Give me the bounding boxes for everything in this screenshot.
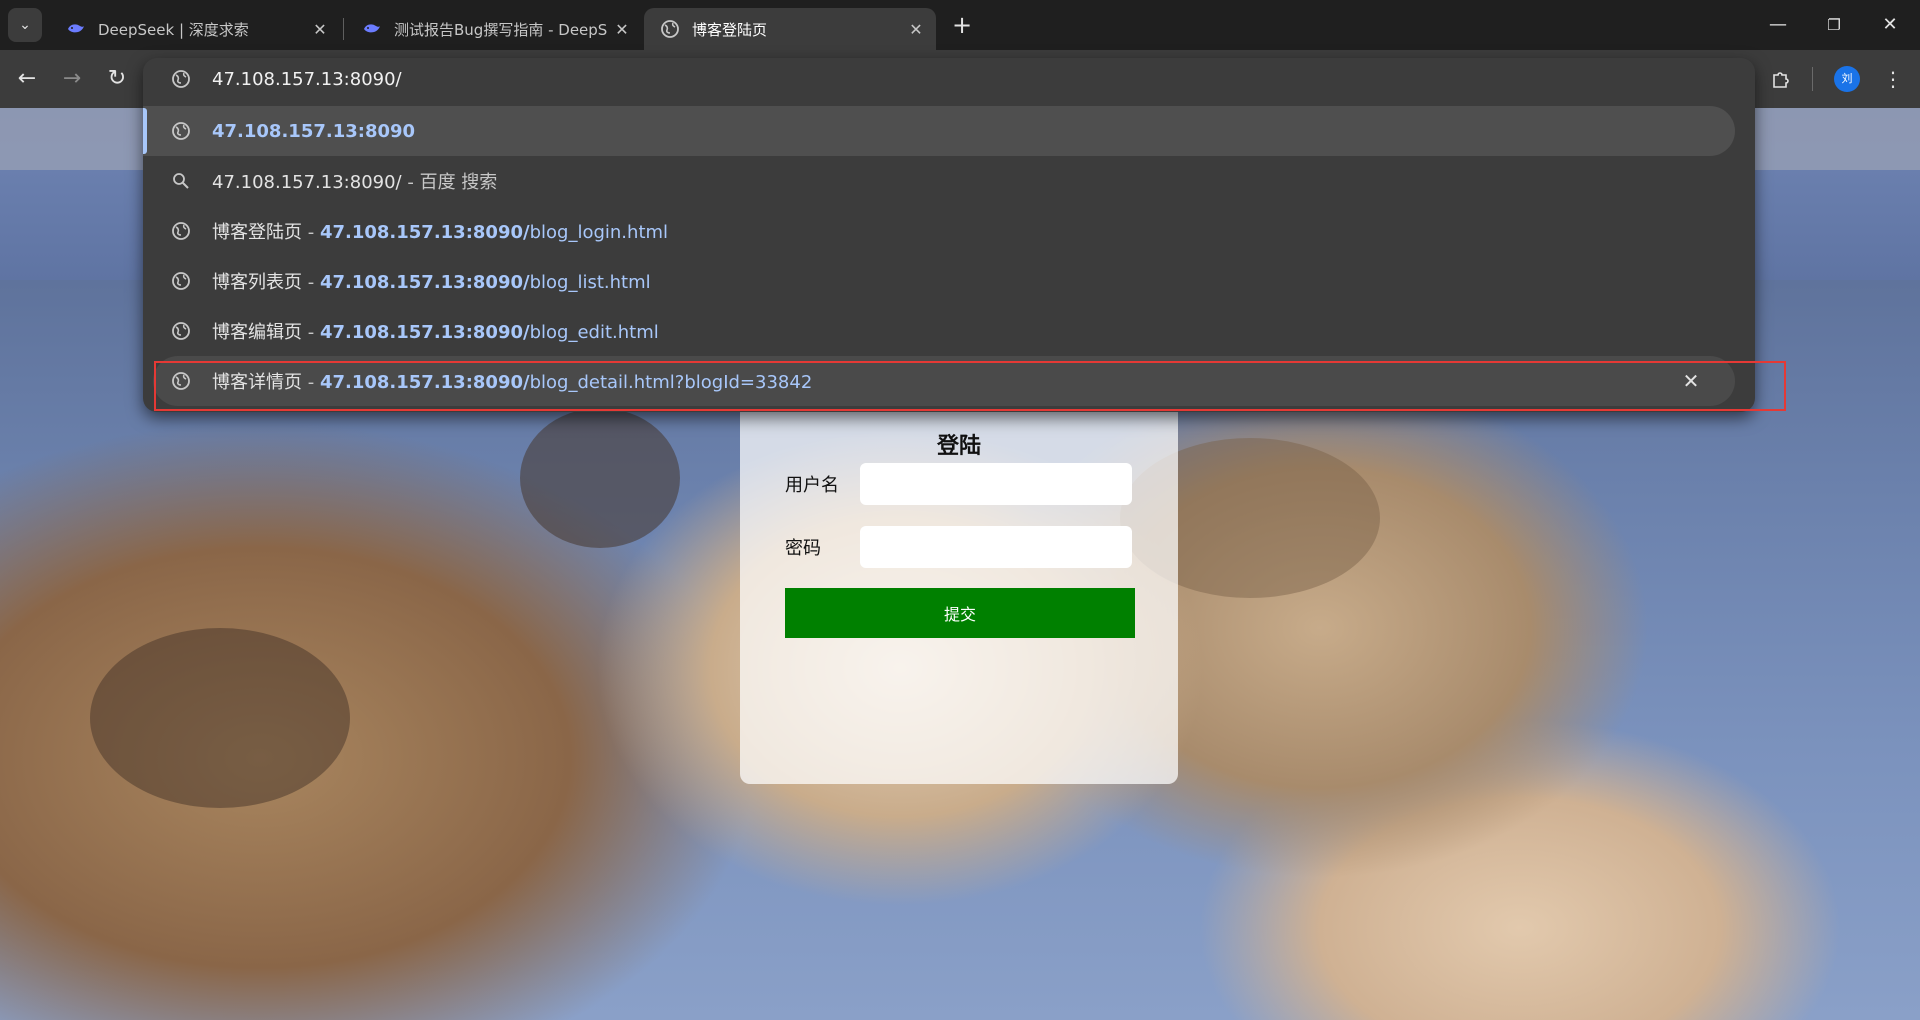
password-input[interactable]: [860, 526, 1132, 568]
menu-button[interactable]: ⋮: [1876, 62, 1910, 96]
submit-button[interactable]: 提交: [785, 588, 1135, 638]
suggestion-item[interactable]: 博客编辑页 - 47.108.157.13:8090/blog_edit.htm…: [143, 306, 1735, 356]
new-tab-button[interactable]: +: [948, 12, 976, 40]
close-icon[interactable]: ✕: [902, 20, 930, 39]
tab-deepseek[interactable]: DeepSeek | 深度求索 ✕: [50, 8, 340, 50]
suggestion-title: 博客列表页: [212, 272, 302, 293]
globe-icon: [172, 122, 190, 140]
suggestion-separator: -: [302, 272, 320, 293]
close-icon[interactable]: ✕: [306, 20, 334, 39]
chevron-down-icon: ⌄: [19, 17, 31, 33]
suggestion-item[interactable]: 47.108.157.13:8090/ - 百度 搜索: [143, 156, 1735, 206]
suggestion-item[interactable]: 博客登陆页 - 47.108.157.13:8090/blog_login.ht…: [143, 206, 1735, 256]
restore-button[interactable]: ❐: [1806, 8, 1862, 42]
deepseek-whale-icon: [364, 24, 380, 33]
suggestion-path: blog_edit.html: [529, 322, 659, 343]
suggestion-separator: -: [302, 322, 320, 343]
address-bar: [143, 58, 1755, 100]
suggestion-path: blog_login.html: [529, 222, 669, 243]
search-icon: [173, 173, 189, 189]
username-row: 用户名: [785, 462, 1132, 506]
deepseek-whale-icon: [68, 24, 84, 33]
suggestion-host: 47.108.157.13:8090/: [319, 322, 530, 343]
suggestion-path: blog_list.html: [529, 272, 651, 293]
username-label: 用户名: [785, 475, 839, 496]
back-button[interactable]: ←: [10, 62, 44, 96]
globe-icon: [172, 272, 190, 290]
omnibox-dropdown: 47.108.157.13:8090 47.108.157.13:8090/ -…: [143, 58, 1755, 412]
tab-blog-login[interactable]: 博客登陆页 ✕: [644, 8, 936, 50]
suggestion-item[interactable]: 47.108.157.13:8090: [143, 106, 1735, 156]
suggestion-query: 47.108.157.13:8090/: [212, 172, 402, 193]
username-input[interactable]: [860, 463, 1132, 505]
tab-strip: ⌄ DeepSeek | 深度求索 ✕ 测试报告Bug撰写指南 - DeepS …: [0, 0, 1920, 50]
minimize-button[interactable]: —: [1750, 8, 1806, 42]
tab-title: DeepSeek | 深度求索: [98, 20, 249, 39]
puzzle-icon: [1773, 72, 1789, 88]
login-form: 登陆 用户名 密码 提交: [740, 398, 1178, 784]
globe-icon: [661, 20, 679, 38]
address-input[interactable]: [212, 64, 1612, 94]
tab-title: 博客登陆页: [692, 20, 768, 39]
toolbar-divider: [1812, 67, 1813, 91]
password-row: 密码: [785, 525, 1132, 569]
suggestion-engine: 百度 搜索: [419, 172, 498, 193]
suggestion-text: 博客登陆页 - 47.108.157.13:8090/blog_login.ht…: [212, 218, 668, 244]
forward-button[interactable]: →: [55, 62, 89, 96]
kebab-menu-icon: ⋮: [1883, 67, 1903, 91]
login-title: 登陆: [936, 434, 981, 459]
suggestion-host: 47.108.157.13:8090/: [319, 222, 530, 243]
tab-search-button[interactable]: ⌄: [8, 8, 42, 42]
suggestion-host: 47.108.157.13:8090: [212, 120, 416, 142]
background-cat-ear: [520, 408, 680, 548]
password-label: 密码: [785, 538, 821, 559]
suggestion-separator: -: [302, 222, 320, 243]
arrow-left-icon: ←: [17, 66, 37, 91]
tab-title: 测试报告Bug撰写指南 - DeepS: [394, 20, 608, 39]
arrow-right-icon: →: [62, 66, 82, 91]
suggestion-text: 47.108.157.13:8090: [212, 121, 415, 142]
background-cat-stripe: [90, 628, 350, 808]
globe-icon: [172, 70, 190, 88]
reload-icon: ↻: [107, 66, 127, 91]
suggestion-text: 47.108.157.13:8090/ - 百度 搜索: [212, 168, 497, 194]
profile-avatar[interactable]: 刘: [1834, 66, 1860, 92]
globe-icon: [172, 222, 190, 240]
tab-divider: [343, 18, 344, 40]
suggestion-item[interactable]: 博客列表页 - 47.108.157.13:8090/blog_list.htm…: [143, 256, 1735, 306]
annotation-highlight-box: [154, 361, 1786, 411]
close-icon[interactable]: ✕: [608, 20, 636, 39]
tab-bug-guide[interactable]: 测试报告Bug撰写指南 - DeepS ✕: [346, 8, 642, 50]
reload-button[interactable]: ↻: [100, 62, 134, 96]
extensions-button[interactable]: [1764, 62, 1798, 96]
suggestion-title: 博客登陆页: [212, 222, 302, 243]
globe-icon: [172, 322, 190, 340]
suggestion-text: 博客编辑页 - 47.108.157.13:8090/blog_edit.htm…: [212, 318, 659, 344]
suggestion-text: 博客列表页 - 47.108.157.13:8090/blog_list.htm…: [212, 268, 651, 294]
suggestion-separator: -: [401, 172, 420, 193]
suggestion-host: 47.108.157.13:8090/: [319, 272, 530, 293]
suggestion-title: 博客编辑页: [212, 322, 302, 343]
window-close-button[interactable]: ✕: [1862, 8, 1918, 42]
